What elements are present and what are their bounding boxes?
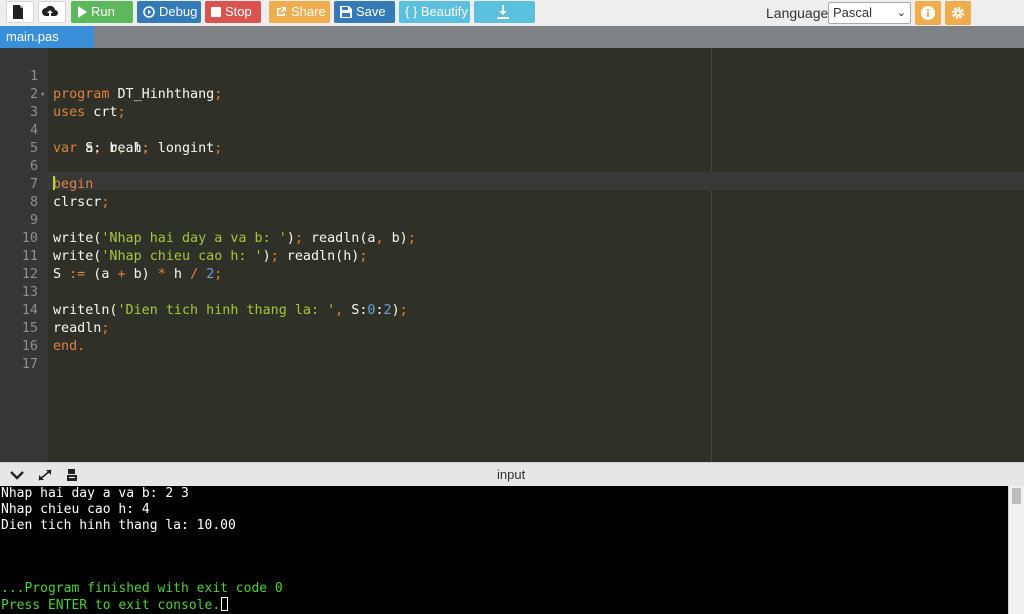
chevron-down-icon: ⌄ <box>896 7 906 19</box>
gear-icon <box>952 7 964 19</box>
console-line: Dien tich hinh thang la: 10.00 <box>1 518 236 533</box>
language-label: Language <box>766 5 829 21</box>
console-scrollbar[interactable] <box>1008 486 1024 614</box>
console-line: Nhap chieu cao h: 4 <box>1 502 150 517</box>
code-line: 3 ▾ var a, b, h: longint; <box>0 86 1024 156</box>
code-line: 11 S := (a + b) * h / 2; <box>0 230 1024 282</box>
stop-icon <box>211 7 221 17</box>
code-line: 1 program DT_Hinhthang; <box>0 50 1024 102</box>
code-line: 5 <box>0 122 1024 156</box>
play-icon <box>78 6 87 18</box>
code-line: 9 write('Nhap hai day a va b: '); readln… <box>0 194 1024 246</box>
console-exit-line: Press ENTER to exit console. <box>1 597 229 614</box>
stop-label: Stop <box>225 4 252 19</box>
new-file-icon <box>13 5 23 19</box>
code-line: 13 writeln('Dien tich hinh thang la: ', … <box>0 266 1024 318</box>
debug-icon <box>143 6 155 18</box>
upload-button[interactable] <box>38 1 66 23</box>
download-icon <box>496 5 509 19</box>
share-icon <box>277 7 286 16</box>
language-value: Pascal <box>833 5 873 20</box>
share-label: Share <box>291 4 326 19</box>
toolbar: Run Debug Stop Share Save { } Beautify L… <box>0 0 1024 26</box>
text-cursor <box>53 176 55 190</box>
save-label: Save <box>356 4 386 19</box>
code-line: 17 <box>0 338 1024 372</box>
run-button[interactable]: Run <box>71 1 133 23</box>
code-line: 7 clrscr; <box>0 158 1024 210</box>
console-output[interactable]: Nhap hai day a va b: 2 3 Nhap chieu cao … <box>0 486 1008 614</box>
console-header: input <box>0 462 1024 486</box>
file-tab-bar: main.pas <box>0 26 1024 48</box>
fold-chevron-icon[interactable]: ▾ <box>40 86 45 104</box>
new-file-button[interactable] <box>6 1 34 23</box>
tab-main-pas[interactable]: main.pas <box>0 26 94 48</box>
info-button[interactable] <box>915 1 941 25</box>
console-finished-line: ...Program finished with exit code 0 <box>1 581 283 596</box>
console-line: Nhap hai day a va b: 2 3 <box>1 486 189 501</box>
download-button[interactable] <box>474 1 535 23</box>
share-button[interactable]: Share <box>269 1 330 23</box>
code-editor[interactable]: 1 program DT_Hinhthang; 2 uses crt; 3 ▾ … <box>0 48 1024 462</box>
scrollbar-thumb[interactable] <box>1012 488 1021 504</box>
console-exit-prompt: Press ENTER to exit console. <box>1 598 221 613</box>
expand-icon[interactable] <box>37 468 53 482</box>
code-line: 15 end. <box>0 302 1024 354</box>
settings-button[interactable] <box>945 1 971 25</box>
beautify-label: { } Beautify <box>405 4 468 19</box>
code-line: 16 <box>0 320 1024 354</box>
terminal-cursor <box>221 597 229 611</box>
info-icon <box>921 6 935 20</box>
console-title: input <box>497 467 526 482</box>
code-line: 4 S: real; <box>0 104 1024 156</box>
debug-label: Debug <box>159 4 198 19</box>
code-line: 2 uses crt; <box>0 68 1024 120</box>
save-icon <box>340 6 352 18</box>
code-line: 12 <box>0 248 1024 282</box>
save-button[interactable]: Save <box>334 1 395 23</box>
debug-button[interactable]: Debug <box>137 1 201 23</box>
chevron-down-icon[interactable] <box>9 468 25 482</box>
upload-icon <box>42 5 58 16</box>
code-line: 8 <box>0 176 1024 210</box>
stdin-icon[interactable] <box>64 468 80 482</box>
language-select[interactable]: Pascal ⌄ <box>828 2 911 24</box>
stop-button[interactable]: Stop <box>205 1 261 23</box>
code-line: 10 write('Nhap chieu cao h: '); readln(h… <box>0 212 1024 264</box>
code-line: 6 begin <box>0 140 1024 192</box>
code-line: 14 readln; <box>0 284 1024 336</box>
line-number: 17 <box>21 357 38 372</box>
run-label: Run <box>91 4 115 19</box>
beautify-button[interactable]: { } Beautify <box>399 1 470 23</box>
